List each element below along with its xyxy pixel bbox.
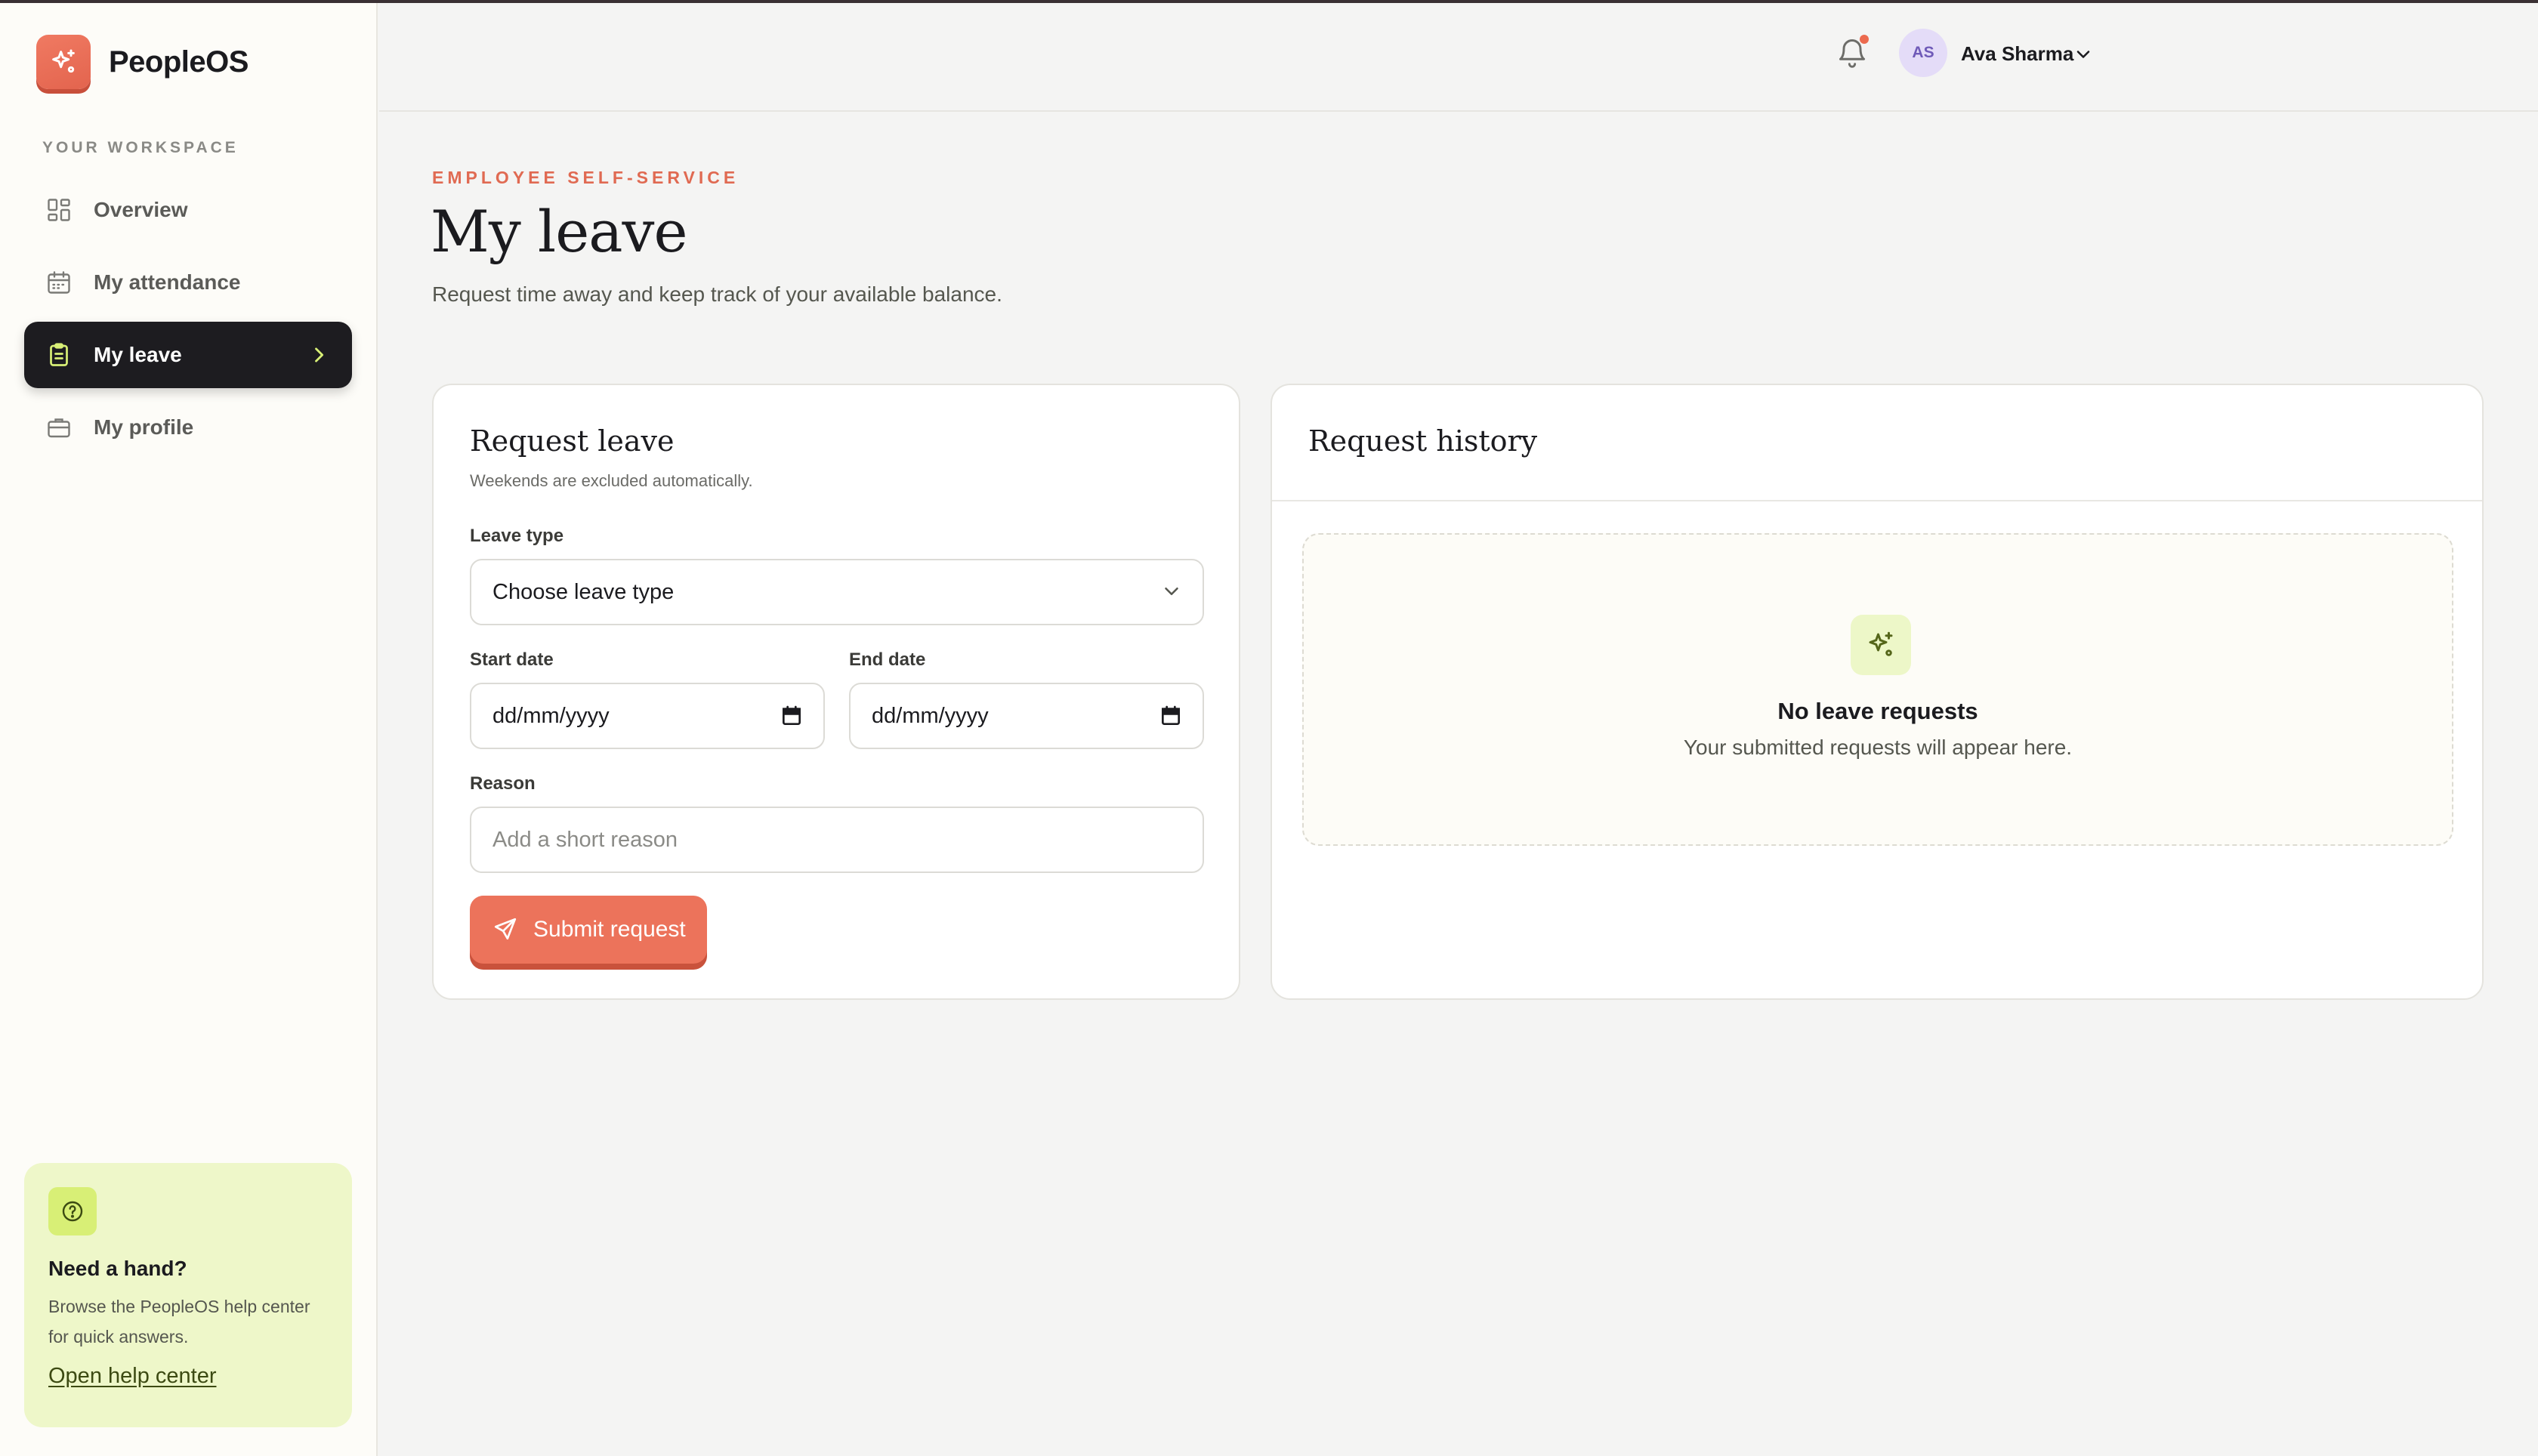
clipboard-icon <box>45 341 73 369</box>
sidebar-item-overview[interactable]: Overview <box>24 177 352 243</box>
sidebar-item-label: My attendance <box>94 270 241 294</box>
chevron-down-icon <box>1160 580 1183 609</box>
notification-dot <box>1860 35 1869 44</box>
empty-state-title: No leave requests <box>1777 698 1978 724</box>
open-help-center-link[interactable]: Open help center <box>48 1364 216 1389</box>
user-name[interactable]: Ava Sharma <box>1961 42 2073 66</box>
reason-placeholder: Add a short reason <box>492 827 678 852</box>
request-history-title: Request history <box>1308 424 1538 458</box>
help-title: Need a hand? <box>48 1257 187 1280</box>
sparkle-icon <box>36 35 91 89</box>
request-history-card: Request history No leave requests Your s… <box>1271 384 2484 1000</box>
sidebar-item-label: Overview <box>94 198 188 221</box>
sidebar-nav: Overview My attendance My leave My profi… <box>24 177 352 467</box>
question-circle-icon <box>48 1187 97 1235</box>
leave-type-select[interactable]: Choose leave type <box>470 559 1204 625</box>
dashboard-grid-icon <box>45 196 73 224</box>
end-date-label: End date <box>849 649 926 670</box>
page-subtitle: Request time away and keep track of your… <box>432 282 1002 306</box>
end-date-placeholder: dd/mm/yyyy <box>872 703 989 728</box>
page-eyebrow: EMPLOYEE SELF-SERVICE <box>432 168 739 187</box>
brand[interactable]: PeopleOS <box>36 35 249 89</box>
leave-type-label: Leave type <box>470 526 564 546</box>
request-leave-card: Request leave Weekends are excluded auto… <box>432 384 1240 1000</box>
sidebar-item-attendance[interactable]: My attendance <box>24 249 352 316</box>
avatar[interactable]: AS <box>1899 29 1947 77</box>
start-date-label: Start date <box>470 649 554 670</box>
request-leave-title: Request leave <box>470 424 675 458</box>
calendar-icon[interactable] <box>1159 704 1183 734</box>
empty-state: No leave requests Your submitted request… <box>1302 533 2453 846</box>
submit-request-button[interactable]: Submit request <box>470 896 707 964</box>
submit-request-label: Submit request <box>533 917 686 942</box>
request-leave-subtitle: Weekends are excluded automatically. <box>470 471 753 490</box>
leave-type-value: Choose leave type <box>492 579 675 604</box>
help-text: Browse the PeopleOS help center for quic… <box>48 1297 310 1346</box>
sidebar-item-profile[interactable]: My profile <box>24 394 352 461</box>
briefcase-icon <box>45 414 73 441</box>
divider <box>1272 500 2482 501</box>
brand-name: PeopleOS <box>109 45 249 79</box>
end-date-input[interactable]: dd/mm/yyyy <box>849 683 1204 749</box>
sidebar-item-label: My leave <box>94 343 182 366</box>
sidebar-item-label: My profile <box>94 415 194 439</box>
send-icon <box>492 916 520 943</box>
reason-label: Reason <box>470 773 536 794</box>
page-title: My leave <box>431 198 687 265</box>
calendar-icon[interactable] <box>780 704 804 734</box>
chevron-right-icon <box>308 344 329 371</box>
empty-state-text: Your submitted requests will appear here… <box>1683 736 2073 759</box>
top-header <box>379 3 2538 112</box>
start-date-placeholder: dd/mm/yyyy <box>492 703 610 728</box>
sidebar-item-leave[interactable]: My leave <box>24 322 352 388</box>
chevron-down-icon[interactable] <box>2073 44 2094 69</box>
help-card: Need a hand? Browse the PeopleOS help ce… <box>24 1163 352 1427</box>
reason-input[interactable]: Add a short reason <box>470 807 1204 873</box>
calendar-icon <box>45 269 73 296</box>
workspace-section-label: YOUR WORKSPACE <box>42 139 239 156</box>
sparkle-icon <box>1851 615 1911 675</box>
sidebar: PeopleOS YOUR WORKSPACE Overview My atte… <box>0 3 378 1456</box>
start-date-input[interactable]: dd/mm/yyyy <box>470 683 825 749</box>
